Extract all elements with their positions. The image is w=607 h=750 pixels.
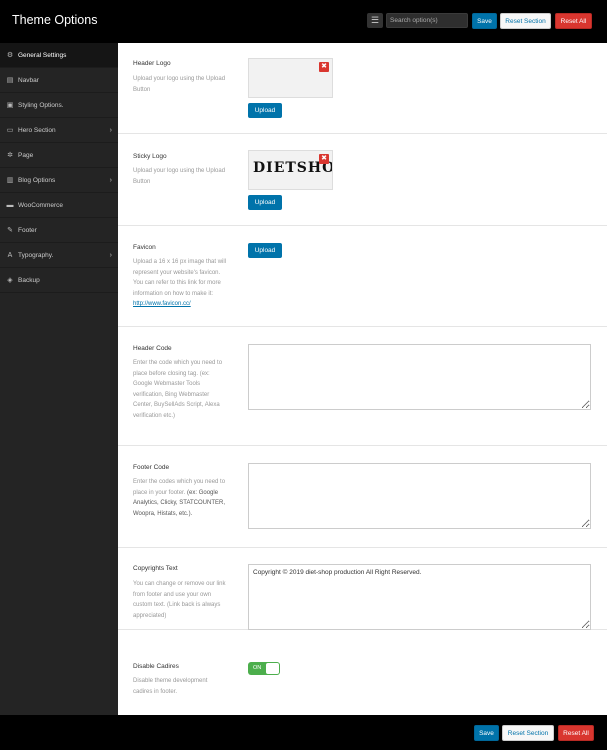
- upload-sticky-logo-button[interactable]: Upload: [248, 195, 282, 210]
- sidebar-item-label: General Settings: [18, 52, 67, 59]
- save-button[interactable]: Save: [472, 13, 497, 29]
- footer-save-button[interactable]: Save: [474, 725, 499, 741]
- options-panel: Header Logo Upload your logo using the U…: [118, 43, 607, 715]
- upload-favicon-button[interactable]: Upload: [248, 243, 282, 258]
- sidebar-item-navbar[interactable]: ▤ Navbar: [0, 68, 118, 93]
- chevron-right-icon: ›: [109, 252, 112, 259]
- option-copyrights: Copyrights Text You can change or remove…: [118, 548, 607, 630]
- sidebar-item-label: Backup: [18, 277, 40, 284]
- sidebar: ⚙ General Settings ▤ Navbar ▣ Styling Op…: [0, 43, 118, 715]
- header-logo-preview: ✖: [248, 58, 333, 98]
- option-description: Disable theme development cadires in foo…: [133, 678, 208, 695]
- option-title: Sticky Logo: [133, 153, 167, 160]
- option-description: Enter the code which you need to place b…: [133, 360, 223, 419]
- option-title: Favicon: [133, 244, 156, 251]
- option-title: Header Logo: [133, 60, 171, 67]
- sidebar-item-page[interactable]: ✲ Page: [0, 143, 118, 168]
- sidebar-item-footer[interactable]: ✎ Footer: [0, 218, 118, 243]
- styling-icon: ▣: [6, 102, 14, 109]
- sidebar-item-label: Styling Options.: [18, 102, 64, 109]
- close-icon: ✖: [321, 155, 327, 162]
- blog-icon: ▥: [6, 177, 14, 184]
- list-icon: ☰: [370, 15, 380, 25]
- sidebar-item-blog-options[interactable]: ▥ Blog Options ›: [0, 168, 118, 193]
- favicon-desc-text: Upload a 16 x 16 px image that will repr…: [133, 259, 227, 297]
- option-description: You can change or remove our link from f…: [133, 581, 226, 619]
- reset-section-button[interactable]: Reset Section: [500, 13, 551, 29]
- option-description: Upload your logo using the Upload Button: [133, 76, 226, 93]
- navbar-icon: ▤: [6, 77, 14, 84]
- cogs-icon: ✲: [7, 152, 13, 159]
- sidebar-item-label: Blog Options: [18, 177, 56, 184]
- header-code-textarea[interactable]: [248, 344, 591, 410]
- edit-icon: ✎: [7, 227, 13, 234]
- cart-icon: ▬: [6, 202, 14, 209]
- footer-code-textarea[interactable]: [248, 463, 591, 529]
- top-bar: Theme Options ☰ Save Reset Section Reset…: [0, 0, 607, 43]
- remove-logo-button[interactable]: ✖: [319, 154, 329, 164]
- toggle-knob: [266, 663, 279, 674]
- close-icon: ✖: [321, 63, 327, 70]
- sidebar-item-backup[interactable]: ◈ Backup: [0, 268, 118, 293]
- copyrights-textarea[interactable]: Copyright © 2019 diet-shop production Al…: [248, 564, 591, 630]
- sidebar-item-general-settings[interactable]: ⚙ General Settings: [0, 43, 118, 68]
- chevron-right-icon: ›: [109, 177, 112, 184]
- option-header-code: Header Code Enter the code which you nee…: [118, 327, 607, 446]
- option-description: Upload your logo using the Upload Button: [133, 168, 226, 185]
- option-header-logo: Header Logo Upload your logo using the U…: [118, 43, 607, 134]
- sidebar-item-label: Footer: [18, 227, 37, 234]
- disable-credits-toggle[interactable]: ON: [248, 662, 280, 675]
- gear-icon: ⚙: [6, 52, 14, 59]
- sidebar-item-label: Navbar: [18, 77, 39, 84]
- remove-logo-button[interactable]: ✖: [319, 62, 329, 72]
- footer-reset-all-button[interactable]: Reset All: [558, 725, 594, 741]
- sidebar-item-label: Hero Section: [18, 127, 56, 134]
- option-description: Enter the codes which you need to place …: [133, 477, 228, 519]
- sidebar-item-typography[interactable]: A Typography. ›: [0, 243, 118, 268]
- option-title: Header Code: [133, 345, 172, 352]
- search-input[interactable]: [386, 13, 468, 28]
- sidebar-item-styling-options[interactable]: ▣ Styling Options.: [0, 93, 118, 118]
- option-title: Footer Code: [133, 464, 170, 471]
- sidebar-item-label: Typography.: [18, 252, 54, 259]
- option-description: Upload a 16 x 16 px image that will repr…: [133, 257, 228, 315]
- option-disable-credits: Disable Cadires Disable theme developmen…: [118, 630, 607, 715]
- upload-header-logo-button[interactable]: Upload: [248, 103, 282, 118]
- option-title: Copyrights Text: [133, 565, 178, 572]
- sticky-logo-preview: DIETSHO ✖: [248, 150, 333, 190]
- favicon-link[interactable]: http://www.favicon.cc/: [133, 301, 191, 307]
- option-favicon: Favicon Upload a 16 x 16 px image that w…: [118, 226, 607, 327]
- toggle-label: ON: [253, 665, 262, 671]
- footer-reset-section-button[interactable]: Reset Section: [502, 725, 554, 741]
- sidebar-item-label: Page: [18, 152, 34, 159]
- sidebar-item-hero-section[interactable]: ▭ Hero Section ›: [0, 118, 118, 143]
- reset-all-button[interactable]: Reset All: [555, 13, 592, 29]
- option-footer-code: Footer Code Enter the codes which you ne…: [118, 446, 607, 548]
- bottom-bar: Save Reset Section Reset All: [0, 715, 607, 750]
- font-icon: A: [7, 252, 13, 259]
- hero-icon: ▭: [6, 127, 14, 134]
- expand-options-button[interactable]: ☰: [367, 13, 383, 28]
- sidebar-item-label: WooCommerce: [18, 202, 64, 209]
- option-title: Disable Cadires: [133, 663, 179, 670]
- option-sticky-logo: Sticky Logo Upload your logo using the U…: [118, 134, 607, 226]
- sidebar-item-woocommerce[interactable]: ▬ WooCommerce: [0, 193, 118, 218]
- shield-icon: ◈: [7, 277, 13, 284]
- page-title: Theme Options: [12, 13, 98, 27]
- chevron-right-icon: ›: [109, 127, 112, 134]
